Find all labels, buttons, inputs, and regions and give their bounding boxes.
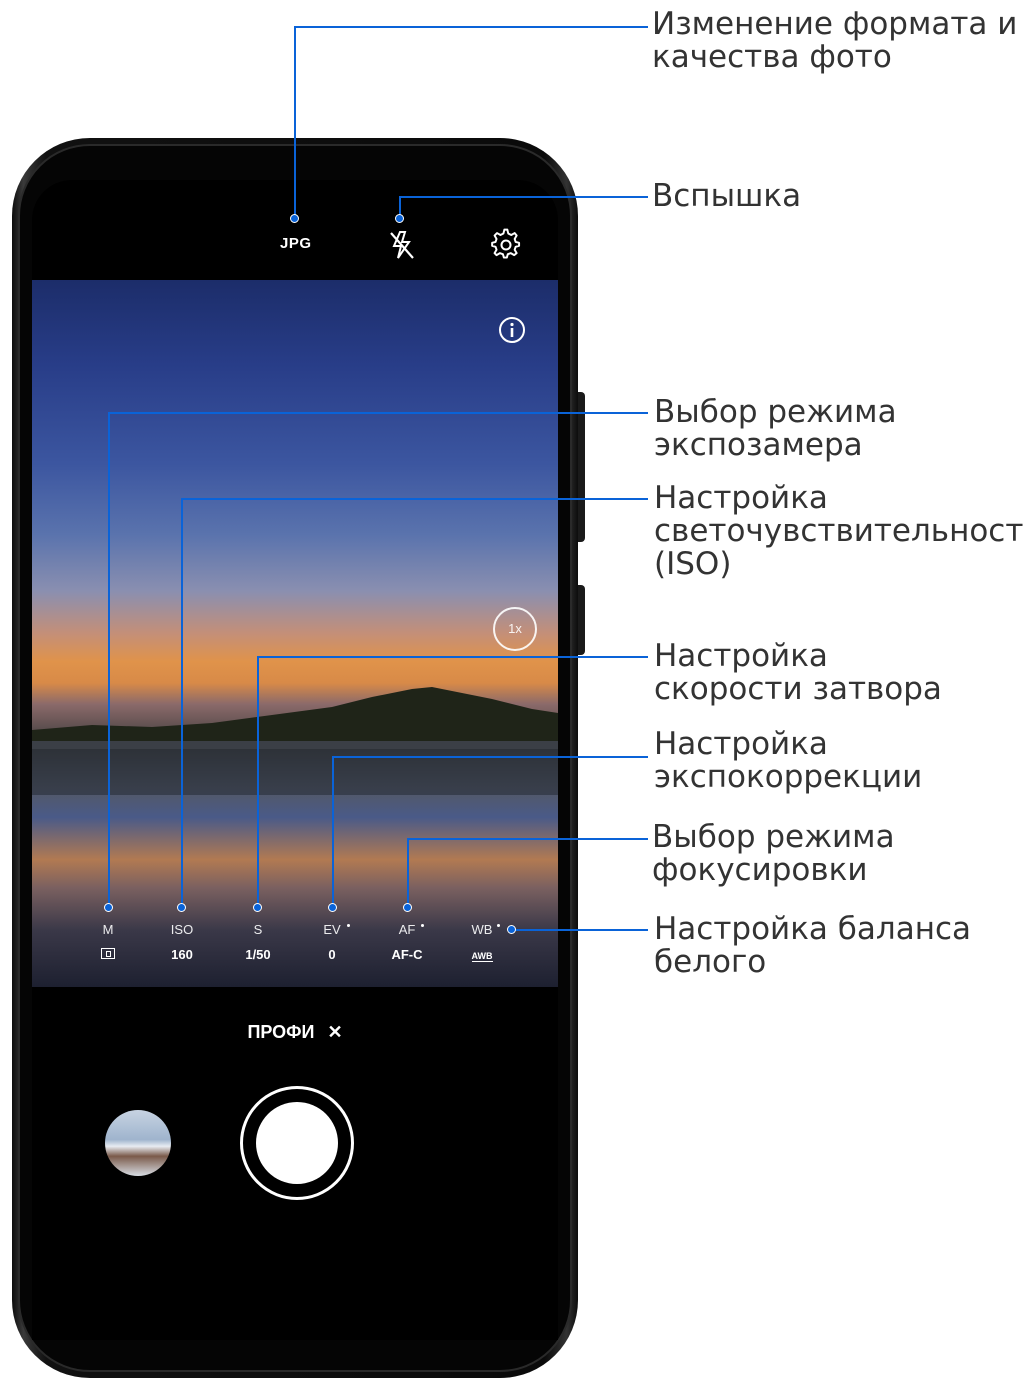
wb-control[interactable]: WB AWB <box>452 922 512 963</box>
close-mode-icon[interactable]: ✕ <box>327 1022 342 1042</box>
callout-line-metering <box>108 412 110 907</box>
metering-control[interactable]: M <box>78 922 138 963</box>
power-button <box>578 585 585 655</box>
callout-dot-format <box>290 214 299 223</box>
callout-af: Выбор режима фокусировки <box>652 819 895 888</box>
iso-label: ISO <box>170 922 194 937</box>
iso-value: 160 <box>171 947 193 962</box>
af-control[interactable]: AF AF-C <box>377 922 437 963</box>
metering-icon <box>101 948 115 959</box>
callout-line-ev-h <box>332 756 648 758</box>
camera-screen: JPG 1x M ISO 160 S 1/50 EV 0 AF AF-C WB … <box>32 180 558 1340</box>
gear-icon[interactable] <box>490 228 522 260</box>
callout-line-format-h <box>294 26 648 28</box>
callout-ev: Настройка экспокоррекции <box>654 726 923 795</box>
callout-dot-flash <box>395 214 404 223</box>
af-value: AF-C <box>391 947 423 962</box>
callout-line-iso <box>181 498 183 907</box>
wb-label: WB <box>471 922 493 937</box>
pro-mode-label[interactable]: ПРОФИ ✕ <box>32 1022 558 1043</box>
callout-line-flash-h <box>399 196 648 198</box>
iso-control[interactable]: ISO 160 <box>152 922 212 963</box>
callout-dot-shutter <box>253 903 262 912</box>
wb-adjust-dot <box>497 924 500 927</box>
callout-dot-iso <box>177 903 186 912</box>
gallery-thumbnail[interactable] <box>105 1110 171 1176</box>
callout-metering: Выбор режима экспозамера <box>654 394 897 463</box>
callout-line-metering-h <box>108 412 648 414</box>
format-button[interactable]: JPG <box>280 235 312 252</box>
mode-name: ПРОФИ <box>247 1022 315 1042</box>
awb-icon: AWB <box>471 951 493 962</box>
shutter-button[interactable] <box>240 1086 354 1200</box>
metering-label: M <box>102 922 114 937</box>
flash-off-icon[interactable] <box>387 228 417 262</box>
shutter-label: S <box>253 922 263 937</box>
callout-line-shutter-h <box>257 656 648 658</box>
info-icon[interactable] <box>498 316 526 344</box>
callout-dot-metering <box>104 903 113 912</box>
callout-dot-ev <box>328 903 337 912</box>
ev-value: 0 <box>328 947 336 962</box>
shutter-value: 1/50 <box>245 947 271 962</box>
volume-button <box>578 392 585 542</box>
callout-iso: Настройка светочувствительности (ISO) <box>654 480 1026 582</box>
af-adjust-dot <box>421 924 424 927</box>
ev-adjust-dot <box>347 924 350 927</box>
callout-line-iso-h <box>181 498 648 500</box>
callout-line-shutter <box>257 656 259 907</box>
callout-dot-wb <box>507 925 516 934</box>
callout-flash: Вспышка <box>652 178 802 214</box>
ev-label: EV <box>323 922 341 937</box>
callout-line-format <box>294 26 296 218</box>
shutter-inner <box>256 1102 338 1184</box>
shutter-control[interactable]: S 1/50 <box>228 922 288 963</box>
callout-line-af-h <box>407 838 648 840</box>
af-label: AF <box>398 922 416 937</box>
callout-line-ev <box>332 756 334 907</box>
zoom-button[interactable]: 1x <box>493 607 537 651</box>
callout-line-wb <box>511 929 648 931</box>
landscape-silhouette <box>32 687 558 795</box>
ev-control[interactable]: EV 0 <box>302 922 362 963</box>
callout-wb: Настройка баланса белого <box>654 911 972 980</box>
callout-line-af <box>407 838 409 907</box>
callout-dot-af <box>403 903 412 912</box>
callout-format: Изменение формата и качества фото <box>652 6 1018 75</box>
callout-shutter: Настройка скорости затвора <box>654 638 942 707</box>
viewfinder[interactable]: 1x M ISO 160 S 1/50 EV 0 AF AF-C WB AWB <box>32 280 558 987</box>
